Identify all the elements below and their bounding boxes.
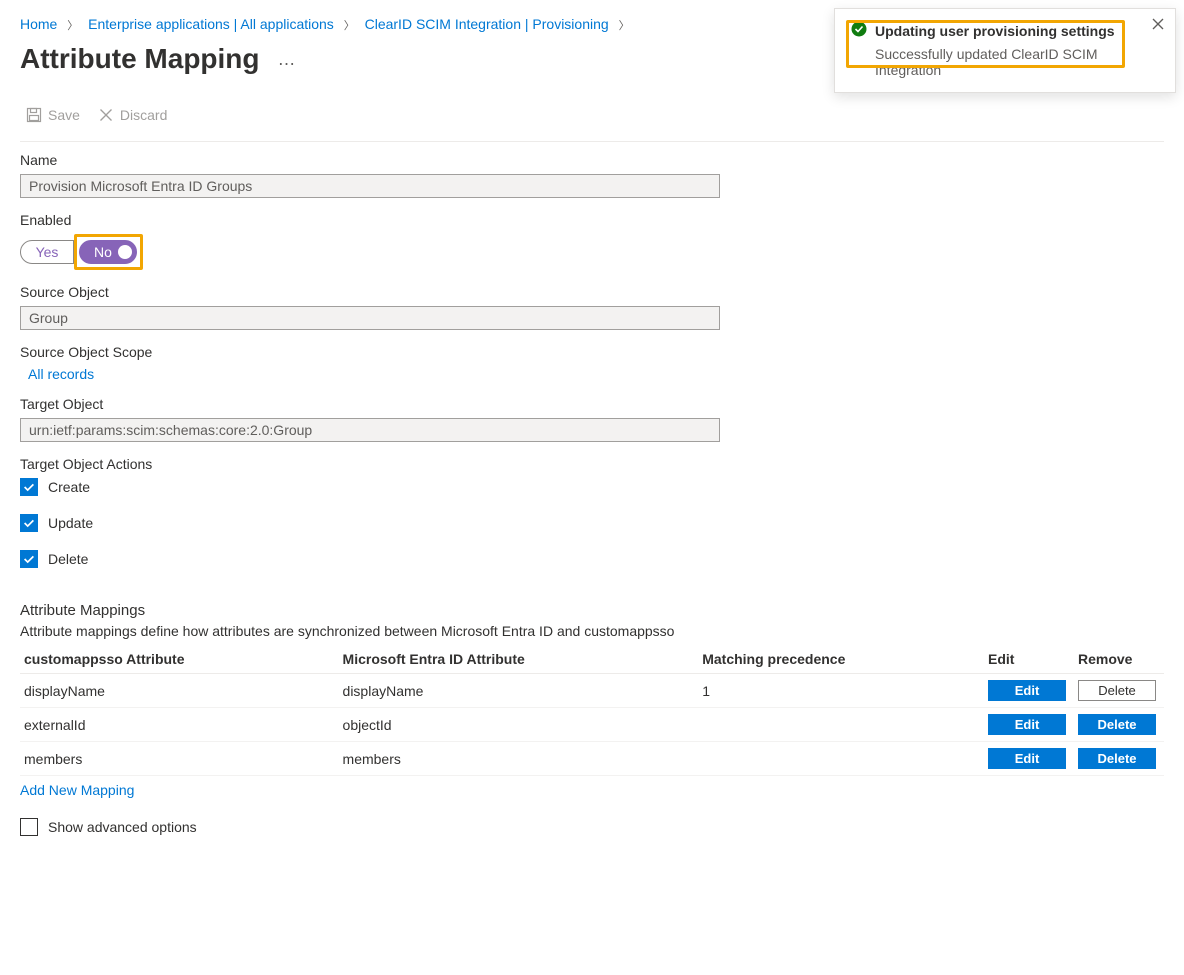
update-label: Update xyxy=(48,515,93,531)
delete-button[interactable]: Delete xyxy=(1078,748,1156,769)
enabled-toggle: Yes No xyxy=(20,234,143,270)
attr-table: customappsso Attribute Microsoft Entra I… xyxy=(20,645,1164,776)
check-icon xyxy=(22,552,36,566)
col-edit: Edit xyxy=(984,645,1074,674)
enabled-label: Enabled xyxy=(20,212,720,228)
more-menu-button[interactable]: … xyxy=(278,49,297,70)
col-entra: Microsoft Entra ID Attribute xyxy=(339,645,699,674)
highlight-box: No xyxy=(74,234,143,270)
target-object-label: Target Object xyxy=(20,396,720,412)
cell-entra: members xyxy=(339,742,699,776)
page-title: Attribute Mapping xyxy=(20,43,260,75)
cell-precedence xyxy=(698,742,984,776)
enabled-no-label: No xyxy=(94,244,112,260)
scope-label: Source Object Scope xyxy=(20,344,720,360)
save-icon xyxy=(26,107,42,123)
create-checkbox[interactable] xyxy=(20,478,38,496)
create-label: Create xyxy=(48,479,90,495)
check-icon xyxy=(22,516,36,530)
delete-button[interactable]: Delete xyxy=(1078,680,1156,701)
add-mapping-link[interactable]: Add New Mapping xyxy=(20,776,134,798)
name-label: Name xyxy=(20,152,720,168)
target-actions-label: Target Object Actions xyxy=(20,456,720,472)
advanced-label: Show advanced options xyxy=(48,819,197,835)
command-bar: Save Discard xyxy=(0,95,1184,135)
col-customappsso: customappsso Attribute xyxy=(20,645,339,674)
cell-entra: objectId xyxy=(339,708,699,742)
crumb-clearid[interactable]: ClearID SCIM Integration | Provisioning xyxy=(365,16,609,32)
cell-customappsso: displayName xyxy=(20,674,339,708)
col-precedence: Matching precedence xyxy=(698,645,984,674)
cell-precedence xyxy=(698,708,984,742)
close-icon xyxy=(1151,17,1165,31)
scope-link[interactable]: All records xyxy=(20,366,720,382)
cell-entra: displayName xyxy=(339,674,699,708)
edit-button[interactable]: Edit xyxy=(988,680,1066,701)
divider xyxy=(20,141,1164,142)
close-icon xyxy=(98,107,114,123)
table-row: externalIdobjectId Edit Delete xyxy=(20,708,1164,742)
save-label: Save xyxy=(48,107,80,123)
edit-button[interactable]: Edit xyxy=(988,714,1066,735)
attr-desc: Attribute mappings define how attributes… xyxy=(20,623,1164,639)
delete-button[interactable]: Delete xyxy=(1078,714,1156,735)
chevron-right-icon: 〉 xyxy=(338,20,361,32)
toast-title: Updating user provisioning settings xyxy=(875,23,1115,39)
edit-button[interactable]: Edit xyxy=(988,748,1066,769)
target-object-input[interactable] xyxy=(20,418,720,442)
success-icon xyxy=(851,21,867,40)
toast-close-button[interactable] xyxy=(1151,17,1165,34)
delete-label: Delete xyxy=(48,551,88,567)
enabled-no-button[interactable]: No xyxy=(79,240,137,264)
chevron-right-icon: 〉 xyxy=(613,20,636,32)
cell-customappsso: externalId xyxy=(20,708,339,742)
save-button[interactable]: Save xyxy=(20,103,86,127)
toast-notification: Updating user provisioning settings Succ… xyxy=(834,8,1176,93)
advanced-checkbox[interactable] xyxy=(20,818,38,836)
col-remove: Remove xyxy=(1074,645,1164,674)
check-icon xyxy=(22,480,36,494)
crumb-ent-apps[interactable]: Enterprise applications | All applicatio… xyxy=(88,16,334,32)
name-input[interactable] xyxy=(20,174,720,198)
table-row: membersmembers Edit Delete xyxy=(20,742,1164,776)
chevron-right-icon: 〉 xyxy=(61,20,84,32)
delete-checkbox[interactable] xyxy=(20,550,38,568)
cell-customappsso: members xyxy=(20,742,339,776)
crumb-home[interactable]: Home xyxy=(20,16,57,32)
toast-subtext: Successfully updated ClearID SCIM Integr… xyxy=(875,46,1161,78)
enabled-yes-button[interactable]: Yes xyxy=(20,240,74,264)
attr-heading: Attribute Mappings xyxy=(20,602,1164,619)
source-object-input[interactable] xyxy=(20,306,720,330)
cell-precedence: 1 xyxy=(698,674,984,708)
table-row: displayNamedisplayName1EditDelete xyxy=(20,674,1164,708)
discard-button[interactable]: Discard xyxy=(92,103,173,127)
update-checkbox[interactable] xyxy=(20,514,38,532)
source-object-label: Source Object xyxy=(20,284,720,300)
discard-label: Discard xyxy=(120,107,167,123)
